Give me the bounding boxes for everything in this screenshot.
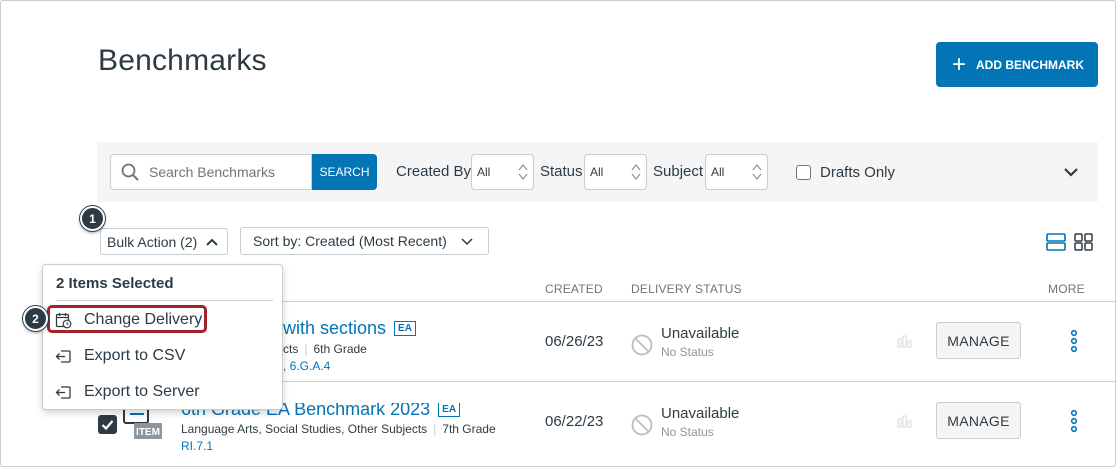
highlight-box	[47, 305, 207, 333]
more-options-icon[interactable]	[1070, 410, 1078, 432]
checkbox-empty-icon	[796, 165, 811, 180]
bulk-action-menu: 2 Items Selected Change Delivery Export …	[42, 264, 283, 410]
sort-prefix: Sort by:	[253, 233, 302, 249]
menu-item-export-server[interactable]: Export to Server	[55, 383, 200, 401]
column-header-more: MORE	[1048, 282, 1085, 296]
status-value: All	[590, 165, 604, 179]
sort-select[interactable]: Sort by: Created (Most Recent)	[240, 227, 489, 255]
created-by-select[interactable]: All	[471, 154, 534, 190]
manage-button[interactable]: MANAGE	[936, 402, 1021, 439]
status-select[interactable]: All	[584, 154, 647, 190]
ea-badge: EA	[394, 321, 416, 336]
bulk-action-label: Bulk Action (2)	[107, 233, 198, 250]
select-arrows-icon	[631, 163, 641, 181]
unavailable-icon	[631, 414, 653, 436]
step-marker-1: 1	[80, 206, 105, 231]
delivery-substatus: No Status	[661, 345, 714, 359]
svg-text:ITEM: ITEM	[136, 427, 160, 438]
bar-chart-icon[interactable]	[897, 414, 913, 428]
export-icon	[55, 385, 71, 399]
benchmark-subjects: cts | 6th Grade	[283, 342, 367, 356]
grade-text: 6th Grade	[313, 342, 367, 356]
created-by-label: Created By	[396, 163, 472, 180]
drafts-only-checkbox[interactable]: Drafts Only	[796, 164, 895, 181]
page-frame: Benchmarks + ADD BENCHMARK Search Benchm…	[0, 0, 1116, 467]
chevron-down-icon	[461, 238, 473, 246]
delivery-status: Unavailable	[661, 325, 740, 342]
checkmark-icon	[101, 420, 114, 431]
created-date: 06/22/23	[545, 413, 604, 430]
benchmark-title[interactable]: with sections	[283, 318, 386, 338]
menu-divider	[56, 300, 273, 301]
benchmark-subjects: Language Arts, Social Studies, Other Sub…	[181, 422, 496, 436]
select-arrows-icon	[518, 163, 528, 181]
menu-title: 2 Items Selected	[56, 275, 174, 292]
subjects-text: Language Arts, Social Studies, Other Sub…	[181, 422, 428, 436]
created-by-value: All	[477, 165, 491, 179]
add-benchmark-button[interactable]: + ADD BENCHMARK	[936, 42, 1098, 87]
sort-value: Created (Most Recent)	[305, 233, 447, 249]
manage-button[interactable]: MANAGE	[936, 322, 1021, 359]
more-options-icon[interactable]	[1070, 330, 1078, 352]
delivery-status: Unavailable	[661, 405, 740, 422]
select-arrows-icon	[752, 163, 762, 181]
subject-select[interactable]: All	[705, 154, 768, 190]
menu-item-label: Export to Server	[84, 383, 200, 400]
export-icon	[55, 349, 71, 363]
standards-link[interactable]: RI.7.1	[181, 439, 213, 453]
standards-link[interactable]: , 6.G.A.4	[283, 359, 330, 373]
unavailable-icon	[631, 334, 653, 356]
delivery-substatus: No Status	[661, 425, 714, 439]
ea-badge: EA	[438, 403, 461, 417]
benchmark-title-link[interactable]: with sections EA	[283, 318, 416, 339]
step-marker-2: 2	[23, 306, 48, 331]
subject-label: Subject	[653, 163, 704, 180]
chevron-down-icon[interactable]	[1063, 166, 1079, 178]
chevron-up-icon	[206, 238, 218, 246]
subject-value: All	[711, 165, 725, 179]
plus-icon: +	[952, 50, 967, 78]
search-icon	[121, 163, 139, 181]
created-date: 06/26/23	[545, 333, 604, 350]
menu-item-label: Export to CSV	[84, 347, 186, 364]
column-header-delivery-status[interactable]: DELIVERY STATUS	[631, 282, 742, 296]
bar-chart-icon[interactable]	[897, 334, 913, 348]
add-benchmark-label: ADD BENCHMARK	[976, 57, 1085, 72]
list-view-icon[interactable]	[1046, 233, 1066, 251]
menu-item-export-csv[interactable]: Export to CSV	[55, 347, 185, 365]
grid-view-icon[interactable]	[1074, 233, 1094, 251]
search-placeholder: Search Benchmarks	[149, 164, 276, 180]
grade-text: 7th Grade	[442, 422, 496, 436]
search-input[interactable]: Search Benchmarks	[110, 154, 312, 190]
column-header-created[interactable]: CREATED	[545, 282, 603, 296]
search-button[interactable]: SEARCH	[312, 154, 377, 190]
bulk-action-button[interactable]: Bulk Action (2)	[100, 228, 228, 255]
drafts-only-label: Drafts Only	[820, 164, 896, 181]
subjects-text: cts	[283, 342, 299, 356]
status-label: Status	[540, 163, 583, 180]
row-checkbox-checked[interactable]	[98, 415, 117, 434]
page-title: Benchmarks	[98, 44, 267, 77]
